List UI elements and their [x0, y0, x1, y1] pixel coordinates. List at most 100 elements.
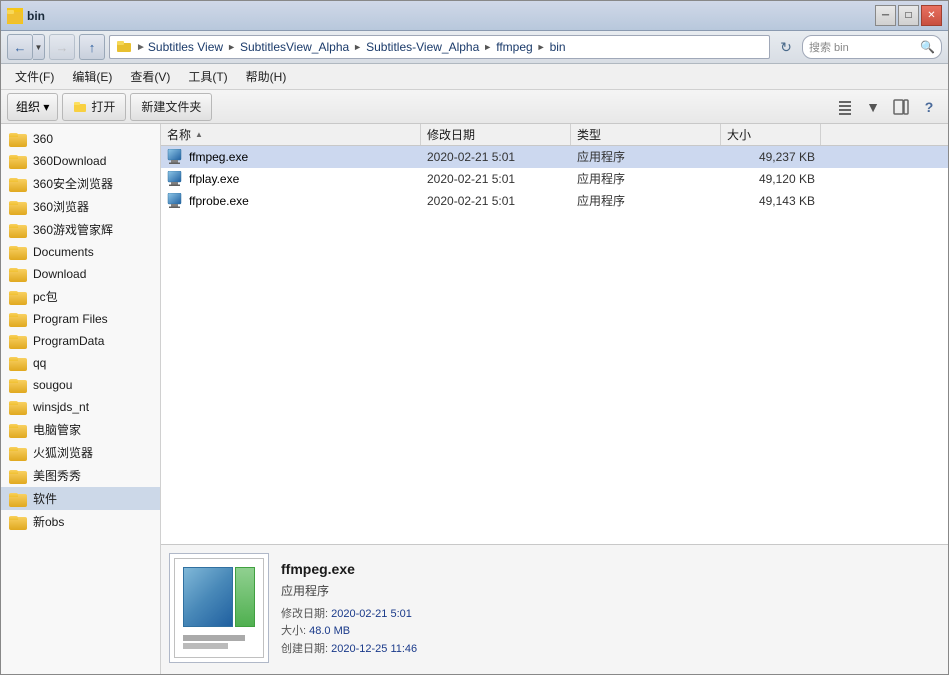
file-cell-name-ffmpeg: ffmpeg.exe	[161, 146, 421, 167]
col-header-type[interactable]: 类型	[571, 124, 721, 145]
sidebar-label-firefox: 火狐浏览器	[33, 444, 93, 461]
address-bar-area: ← ▼ → ↑ ► Subtitles View ► SubtitlesView…	[1, 31, 948, 64]
file-cell-date-ffprobe: 2020-02-21 5:01	[421, 190, 571, 211]
file-cell-name-ffprobe: ffprobe.exe	[161, 190, 421, 211]
view-list-button[interactable]	[832, 94, 858, 120]
forward-button[interactable]: →	[49, 34, 75, 60]
file-cell-size-ffprobe: 49,143 KB	[721, 190, 821, 211]
search-icon[interactable]: 🔍	[920, 40, 935, 54]
sidebar-item-winsjds[interactable]: winsjds_nt	[1, 396, 160, 418]
exe-icon-ffplay	[167, 171, 185, 187]
menu-edit[interactable]: 编辑(E)	[64, 66, 120, 87]
file-list: ffmpeg.exe 2020-02-21 5:01 应用程序 49,237 K…	[161, 146, 948, 544]
sidebar-item-download[interactable]: Download	[1, 263, 160, 285]
preview-icon	[169, 553, 269, 663]
up-button[interactable]: ↑	[79, 34, 105, 60]
maximize-button[interactable]: □	[898, 5, 919, 26]
menu-view[interactable]: 查看(V)	[122, 66, 178, 87]
search-box[interactable]: 搜索 bin 🔍	[802, 35, 942, 59]
menu-help[interactable]: 帮助(H)	[238, 66, 295, 87]
open-button[interactable]: 打开	[62, 93, 126, 121]
sidebar-item-programdata[interactable]: ProgramData	[1, 330, 160, 352]
folder-icon-sougou	[9, 377, 29, 393]
sidebar-label-360web: 360浏览器	[33, 198, 89, 215]
created-value: 2020-12-25 11:46	[331, 643, 417, 655]
preview-sidebar	[235, 567, 255, 627]
main-area: 360 360Download 360安全浏览器 360浏览器 360游戏管家辉…	[1, 124, 948, 674]
folder-icon-documents	[9, 244, 29, 260]
preview-pane-button[interactable]	[888, 94, 914, 120]
back-dropdown[interactable]: ▼	[33, 34, 45, 60]
sidebar-item-sougou[interactable]: sougou	[1, 374, 160, 396]
sidebar-item-360download[interactable]: 360Download	[1, 150, 160, 172]
preview-size-row: 大小: 48.0 MB	[281, 623, 417, 641]
preview-details: 修改日期: 2020-02-21 5:01 大小: 48.0 MB 创建日期: …	[281, 606, 417, 659]
preview-screen	[183, 567, 233, 627]
path-arrow-2: ►	[353, 42, 362, 52]
preview-created-row: 创建日期: 2020-12-25 11:46	[281, 641, 417, 659]
col-date-label: 修改日期	[427, 126, 475, 143]
file-cell-size-ffplay: 49,120 KB	[721, 168, 821, 189]
address-path[interactable]: ► Subtitles View ► SubtitlesView_Alpha ►…	[109, 35, 770, 59]
col-header-name[interactable]: 名称 ▲	[161, 124, 421, 145]
col-header-date[interactable]: 修改日期	[421, 124, 571, 145]
sidebar-label-360download: 360Download	[33, 154, 106, 168]
sidebar-item-pcguard[interactable]: 电脑管家	[1, 418, 160, 441]
sidebar-label-qq: qq	[33, 356, 46, 370]
file-row-ffprobe[interactable]: ffprobe.exe 2020-02-21 5:01 应用程序 49,143 …	[161, 190, 948, 212]
sidebar-item-qq[interactable]: qq	[1, 352, 160, 374]
help-button[interactable]: ?	[916, 94, 942, 120]
sidebar-item-documents[interactable]: Documents	[1, 241, 160, 263]
modified-value: 2020-02-21 5:01	[331, 608, 412, 620]
sidebar-item-360web[interactable]: 360浏览器	[1, 195, 160, 218]
path-arrow-4: ►	[537, 42, 546, 52]
sidebar-item-ruanjian[interactable]: 软件	[1, 487, 160, 510]
sidebar-item-meitu[interactable]: 美图秀秀	[1, 464, 160, 487]
exe-icon-ffprobe	[167, 193, 185, 209]
open-label: 打开	[91, 98, 115, 115]
open-icon	[73, 100, 87, 114]
folder-icon-newobs	[9, 514, 29, 530]
sidebar-item-360browser[interactable]: 360安全浏览器	[1, 172, 160, 195]
sidebar-item-pcbag[interactable]: pc包	[1, 285, 160, 308]
menu-file[interactable]: 文件(F)	[7, 66, 62, 87]
minimize-button[interactable]: ─	[875, 5, 896, 26]
file-cell-date-ffmpeg: 2020-02-21 5:01	[421, 146, 571, 167]
sidebar-item-360game[interactable]: 360游戏管家辉	[1, 218, 160, 241]
sidebar-item-programfiles[interactable]: Program Files	[1, 308, 160, 330]
file-cell-size-ffmpeg: 49,237 KB	[721, 146, 821, 167]
view-dropdown-button[interactable]: ▼	[860, 94, 886, 120]
new-folder-button[interactable]: 新建文件夹	[130, 93, 212, 121]
title-bar-text: bin	[27, 9, 875, 23]
col-header-size[interactable]: 大小	[721, 124, 821, 145]
path-arrow-1: ►	[227, 42, 236, 52]
menu-tools[interactable]: 工具(T)	[180, 66, 235, 87]
path-separator-1: ►	[136, 42, 146, 53]
sidebar-item-newobs[interactable]: 新obs	[1, 510, 160, 533]
sidebar-item-360[interactable]: 360	[1, 128, 160, 150]
folder-icon-360download	[9, 153, 29, 169]
sidebar-label-documents: Documents	[33, 245, 94, 259]
col-name-label: 名称	[167, 126, 191, 143]
organize-button[interactable]: 组织 ▾	[7, 93, 58, 121]
path-item-3[interactable]: Subtitles-View_Alpha	[366, 40, 479, 54]
path-item-4[interactable]: ffmpeg	[496, 40, 532, 54]
file-name-ffmpeg: ffmpeg.exe	[189, 150, 248, 164]
preview-filename: ffmpeg.exe	[281, 561, 417, 577]
refresh-button[interactable]: ↻	[774, 35, 798, 59]
path-item-1[interactable]: Subtitles View	[148, 40, 223, 54]
path-item-2[interactable]: SubtitlesView_Alpha	[240, 40, 349, 54]
path-item-5[interactable]: bin	[550, 40, 566, 54]
sidebar-label-360game: 360游戏管家辉	[33, 221, 113, 238]
preview-exe-graphic	[174, 558, 264, 658]
sidebar-label-programfiles: Program Files	[33, 312, 108, 326]
folder-icon-winsjds	[9, 399, 29, 415]
back-button[interactable]: ←	[7, 34, 33, 60]
file-row-ffplay[interactable]: ffplay.exe 2020-02-21 5:01 应用程序 49,120 K…	[161, 168, 948, 190]
file-row-ffmpeg[interactable]: ffmpeg.exe 2020-02-21 5:01 应用程序 49,237 K…	[161, 146, 948, 168]
file-cell-type-ffplay: 应用程序	[571, 168, 721, 189]
file-name-ffplay: ffplay.exe	[189, 172, 239, 186]
close-button[interactable]: ✕	[921, 5, 942, 26]
preview-modified-row: 修改日期: 2020-02-21 5:01	[281, 606, 417, 624]
sidebar-item-firefox[interactable]: 火狐浏览器	[1, 441, 160, 464]
